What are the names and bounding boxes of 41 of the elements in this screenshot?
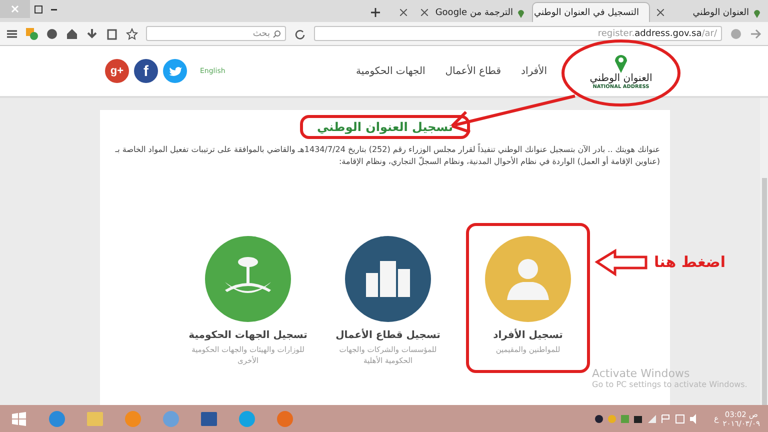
search-icon xyxy=(273,30,281,38)
twitter-button[interactable] xyxy=(163,59,187,83)
nav-link[interactable]: الأفراد xyxy=(520,66,547,76)
pin-icon xyxy=(753,8,761,18)
page-title: تسجيل العنوان الوطني xyxy=(317,120,453,134)
browser-tab[interactable]: الترجمة من Google xyxy=(414,2,532,22)
url-text: register.address.gov.sa/ar/ xyxy=(598,28,717,38)
close-icon[interactable] xyxy=(400,9,407,16)
scrollbar[interactable] xyxy=(760,98,768,405)
download-icon[interactable] xyxy=(86,28,98,40)
buildings-icon xyxy=(364,259,412,299)
facebook-button[interactable]: f xyxy=(134,59,158,83)
pin-icon xyxy=(517,8,525,18)
close-icon[interactable] xyxy=(421,9,428,16)
nav-link[interactable]: الجهات الحكومية xyxy=(356,66,426,76)
person-silhouette-icon xyxy=(505,256,551,302)
address-bar[interactable]: register.address.gov.sa/ar/ xyxy=(314,26,722,41)
reload-icon[interactable] xyxy=(294,28,306,40)
category-title[interactable]: تسجيل الأفراد xyxy=(493,330,563,341)
browser-tab[interactable]: التسجيل في العنوان الوطني xyxy=(532,2,650,22)
menu-icon[interactable] xyxy=(6,28,18,40)
activation-title: Activate Windows xyxy=(592,367,691,380)
clipboard-icon[interactable] xyxy=(106,28,118,40)
intro-paragraph: عنوانك هويتك .. بادر الآن بتسجيل عنوانك الوطني تنفيذاً لقرار مجلس الوزراء رقم (252) بتاريخ 1434/7/24هـ والقاضي بالموافقة على ترتيبات تفعيل المواد الخاصة بـ (عناوين الإقامة أو العمل) الواردة في نظام الأحوال المدنية، ونظام السجلّ التجاري، ونظام الإقامة: xyxy=(114,144,660,168)
windows-start-icon[interactable] xyxy=(12,412,26,426)
category-title[interactable]: تسجيل الجهات الحكومية xyxy=(188,330,308,341)
home-icon[interactable] xyxy=(66,28,78,40)
restore-icon[interactable] xyxy=(34,4,42,14)
nav-link[interactable]: قطاع الأعمال xyxy=(445,66,501,76)
search-field[interactable]: بحث xyxy=(146,26,286,41)
browser-tab[interactable]: العنوان الوطني xyxy=(650,2,768,22)
twitter-bird-icon xyxy=(168,66,182,76)
annotation-text: اضغط هنا xyxy=(654,253,726,271)
star-icon[interactable] xyxy=(126,28,138,40)
category-title[interactable]: تسجيل قطاع الأعمال xyxy=(336,330,440,341)
google-plus-button[interactable]: g+ xyxy=(105,59,129,83)
pin-icon xyxy=(614,52,628,72)
annotation-hollow-arrow xyxy=(594,248,648,276)
close-icon[interactable] xyxy=(657,9,664,16)
forward-arrow-icon[interactable] xyxy=(750,28,762,40)
new-tab-icon[interactable] xyxy=(371,8,380,17)
